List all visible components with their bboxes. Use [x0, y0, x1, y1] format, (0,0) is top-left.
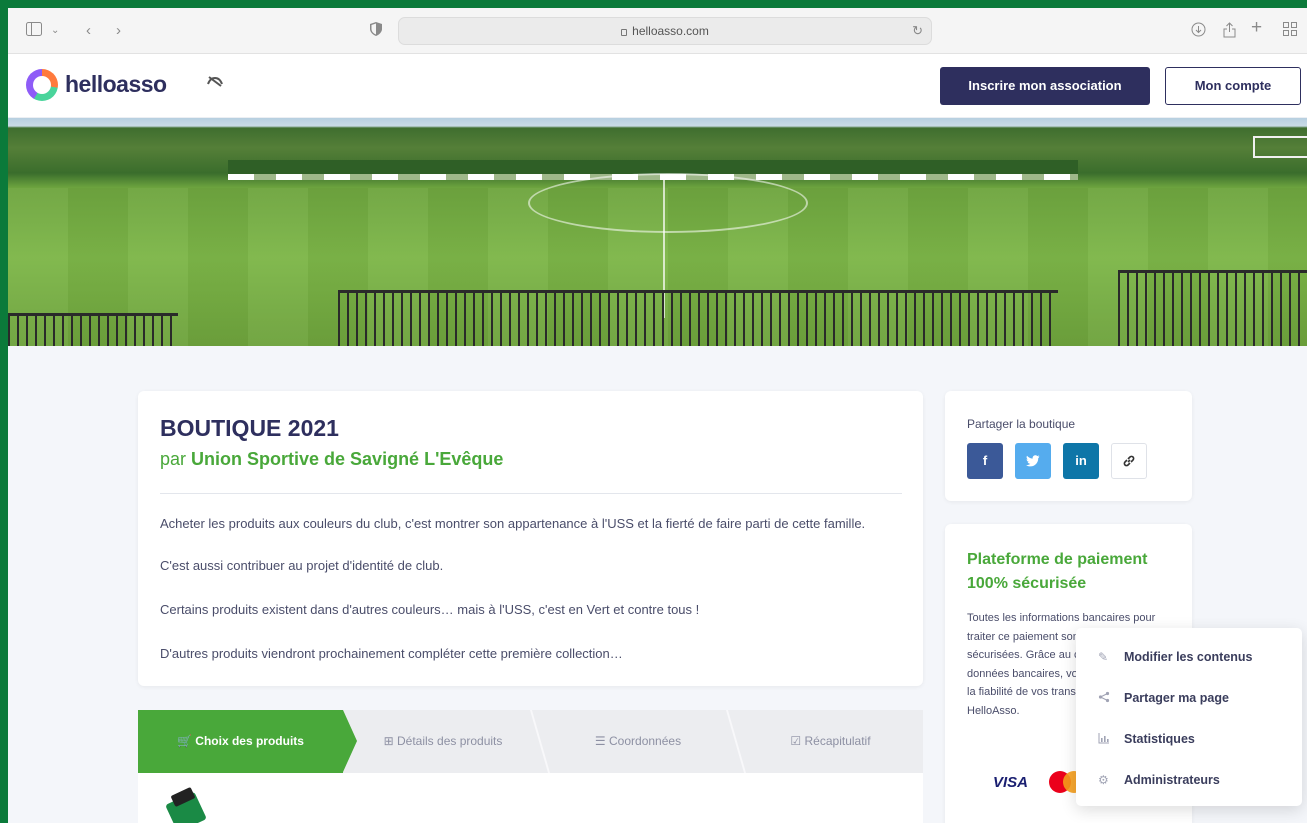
logo-text[interactable]: helloasso	[65, 71, 167, 98]
center-circle	[528, 173, 808, 233]
fence	[8, 313, 178, 346]
download-icon[interactable]	[1191, 22, 1206, 42]
tree-icon: ⊞	[383, 734, 397, 748]
share-card: Partager la boutique f in	[945, 391, 1192, 501]
checkbox-icon: ☑	[790, 734, 805, 748]
my-account-button[interactable]: Mon compte	[1165, 67, 1301, 105]
menu-item-share-page[interactable]: Partager ma page	[1076, 679, 1302, 719]
step-product-choice[interactable]: 🛒 Choix des produits	[138, 710, 343, 773]
step-contact-details[interactable]: ☰ Coordonnées	[543, 710, 733, 773]
share-icon[interactable]	[1223, 22, 1236, 43]
extension-icon[interactable]	[206, 74, 224, 93]
facebook-share-button[interactable]: f	[967, 443, 1003, 479]
register-association-button[interactable]: Inscrire mon association	[940, 67, 1150, 105]
banner-image	[8, 118, 1307, 346]
gear-icon: ⚙	[1098, 773, 1109, 787]
site-header: helloasso Inscrire mon association Mon c…	[8, 54, 1307, 118]
step-label: Détails des produits	[397, 734, 503, 748]
step-label: Coordonnées	[609, 734, 682, 748]
menu-item-label: Administrateurs	[1124, 773, 1220, 787]
menu-item-administrators[interactable]: ⚙ Administrateurs	[1076, 761, 1302, 801]
product-list	[138, 773, 923, 823]
forward-icon[interactable]: ›	[116, 22, 121, 40]
share-title: Partager la boutique	[967, 417, 1076, 431]
browser-window: ⌄ ‹ › helloasso.com ↻ + helloasso Inscri…	[8, 8, 1307, 823]
lock-icon	[621, 29, 628, 36]
chart-icon	[1098, 732, 1110, 747]
menu-item-label: Partager ma page	[1124, 691, 1229, 705]
page-title: BOUTIQUE 2021	[160, 415, 339, 441]
visa-logo: VISA	[993, 774, 1029, 791]
description-paragraph: C'est aussi contribuer au projet d'ident…	[160, 558, 444, 573]
copy-link-button[interactable]	[1111, 443, 1147, 479]
by-prefix: par	[160, 449, 187, 469]
tab-overview-icon[interactable]	[1283, 22, 1297, 41]
step-summary[interactable]: ☑ Récapitulatif	[738, 710, 923, 773]
url-text: helloasso.com	[632, 24, 709, 38]
step-label: Récapitulatif	[804, 734, 871, 748]
checkout-steps: 🛒 Choix des produits ⊞ Détails des produ…	[138, 710, 923, 773]
fence	[338, 290, 1058, 346]
divider	[160, 493, 902, 494]
reload-icon[interactable]: ↻	[912, 23, 923, 39]
sidebar-icon[interactable]	[26, 22, 42, 41]
linkedin-share-button[interactable]: in	[1063, 443, 1099, 479]
menu-item-label: Modifier les contenus	[1124, 650, 1253, 664]
organization-line: par Union Sportive de Savigné L'Evêque	[160, 449, 503, 470]
description-paragraph: Acheter les produits aux couleurs du clu…	[160, 516, 866, 531]
pencil-icon: ✎	[1098, 650, 1109, 664]
twitter-share-button[interactable]	[1015, 443, 1051, 479]
description-paragraph: Certains produits existent dans d'autres…	[160, 602, 700, 617]
description-paragraph: D'autres produits viendront prochainemen…	[160, 646, 623, 661]
campaign-card: BOUTIQUE 2021 par Union Sportive de Savi…	[138, 391, 923, 686]
browser-toolbar: ⌄ ‹ › helloasso.com ↻ +	[8, 8, 1307, 54]
step-product-details[interactable]: ⊞ Détails des produits	[343, 710, 543, 773]
new-tab-icon[interactable]: +	[1251, 18, 1262, 37]
chevron-down-icon[interactable]: ⌄	[51, 22, 59, 40]
cart-icon: 🛒	[177, 734, 196, 748]
address-bar[interactable]: helloasso.com ↻	[398, 17, 932, 45]
helloasso-logo-icon[interactable]	[26, 69, 58, 101]
menu-item-statistics[interactable]: Statistiques	[1076, 720, 1302, 760]
fence	[1118, 270, 1307, 346]
step-label: Choix des produits	[195, 734, 304, 748]
privacy-shield-icon[interactable]	[370, 22, 382, 41]
back-icon[interactable]: ‹	[86, 22, 91, 40]
goal-frame	[1253, 136, 1307, 158]
secure-title: Plateforme de paiement 100% sécurisée	[967, 551, 1148, 592]
menu-item-edit-contents[interactable]: ✎ Modifier les contenus	[1076, 638, 1302, 678]
share-icon	[1098, 691, 1110, 706]
organization-link[interactable]: Union Sportive de Savigné L'Evêque	[191, 449, 503, 469]
link-icon	[1122, 455, 1136, 471]
admin-context-menu: ✎ Modifier les contenus Partager ma page…	[1076, 628, 1302, 806]
list-icon: ☰	[594, 734, 610, 748]
menu-item-label: Statistiques	[1124, 732, 1195, 746]
